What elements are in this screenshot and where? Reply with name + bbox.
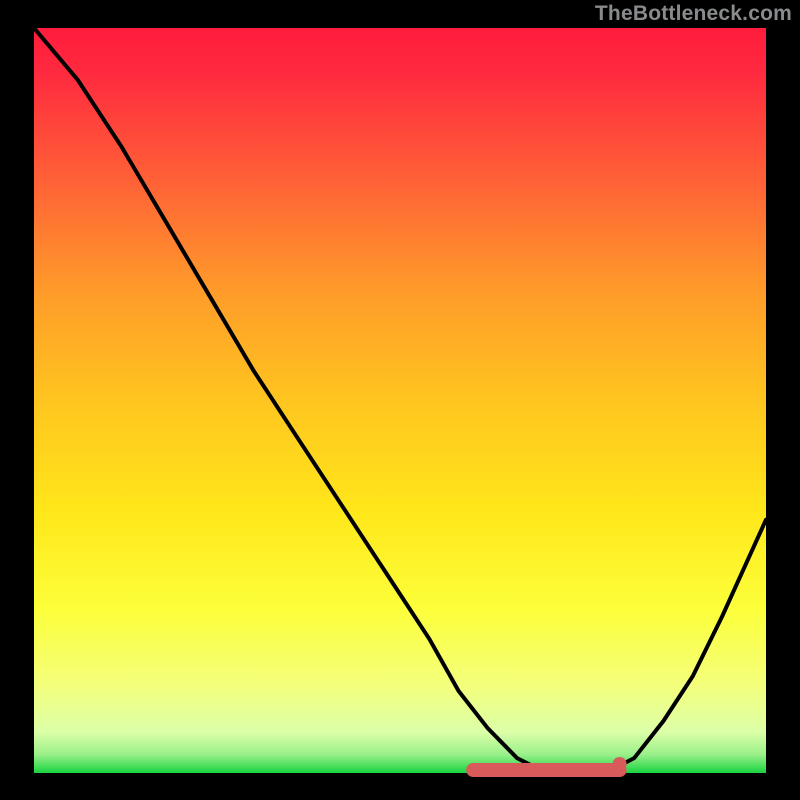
optimal-range-end-dot <box>613 757 627 771</box>
bottleneck-chart <box>0 0 800 800</box>
watermark-text: TheBottleneck.com <box>595 2 792 26</box>
plot-area <box>34 28 766 773</box>
